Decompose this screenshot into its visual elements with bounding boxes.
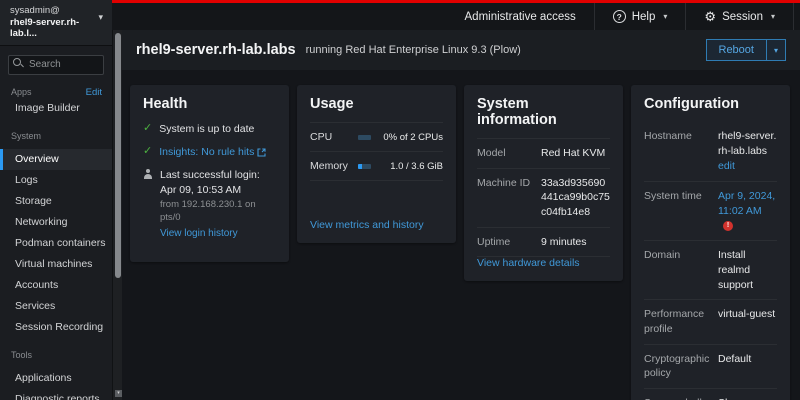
usage-card: Usage CPU 0% of 2 CPUs Memory 1.0 / 3.6 … [297, 85, 456, 243]
user-hostname: rhel9-server.rh-lab.l... [10, 17, 102, 39]
cpu-label: CPU [310, 131, 358, 143]
system-time-row: System time Apr 9, 2024, 11:02 AM ! [644, 181, 777, 240]
check-icon: ✓ [143, 145, 152, 158]
person-icon [143, 169, 153, 179]
memory-progress-bar [358, 164, 371, 169]
scrollbar-thumb[interactable] [115, 33, 121, 278]
sidebar-item-image-builder[interactable]: Image Builder [0, 98, 112, 119]
last-login-info: Last successful login: Apr 09, 10:53 AM … [143, 168, 276, 240]
sidebar-item-session-recording[interactable]: Session Recording [0, 317, 112, 338]
crypto-policy-row: Cryptographic policy Default [644, 344, 777, 388]
page-header: rhel9-server.rh-lab.labs running Red Hat… [122, 30, 800, 70]
insights-link[interactable]: Insights: No rule hits [159, 145, 266, 159]
usage-card-title: Usage [310, 96, 443, 112]
system-info-card-title: System information [477, 96, 610, 128]
scrollbar-down-button[interactable]: ▾ [115, 390, 122, 397]
sidebar-item-networking[interactable]: Networking [0, 212, 112, 233]
system-information-card: System information Model Red Hat KVM Mac… [464, 85, 623, 281]
performance-profile-link[interactable]: virtual-guest [718, 307, 775, 336]
configuration-card: Configuration Hostname rhel9-server.rh-l… [631, 85, 790, 400]
sidebar-scrollbar[interactable]: ▾ [112, 30, 122, 400]
help-label: Help [632, 11, 656, 23]
memory-label: Memory [310, 160, 358, 172]
crypto-policy-link[interactable]: Default [718, 352, 751, 381]
sidebar-item-services[interactable]: Services [0, 296, 112, 317]
cpu-usage-row: CPU 0% of 2 CPUs [310, 122, 443, 151]
configuration-card-title: Configuration [644, 96, 777, 112]
sidebar-item-logs[interactable]: Logs [0, 170, 112, 191]
uptime-value: 9 minutes [541, 235, 587, 250]
view-login-history-link[interactable]: View login history [160, 227, 276, 241]
sidebar-item-virtual-machines[interactable]: Virtual machines [0, 254, 112, 275]
system-section-header: System [0, 131, 112, 141]
hostname-value: rhel9-server.rh-lab.labs [718, 130, 776, 157]
sidebar-item-diagnostic-reports[interactable]: Diagnostic reports [0, 389, 112, 400]
sidebar-item-overview[interactable]: Overview [0, 149, 112, 170]
memory-usage-value: 1.0 / 3.6 GiB [371, 161, 443, 172]
chevron-down-icon[interactable]: ▾ [98, 12, 103, 23]
hostname-row: Hostname rhel9-server.rh-lab.labs edit [644, 122, 777, 181]
last-login-text: Last successful login: Apr 09, 10:53 AM [160, 169, 260, 195]
search-icon [13, 58, 21, 66]
reboot-button[interactable]: Reboot [706, 39, 766, 61]
updates-status: ✓ System is up to date [143, 122, 276, 136]
performance-profile-row: Performance profile virtual-guest [644, 299, 777, 343]
cpu-usage-value: 0% of 2 CPUs [371, 132, 443, 143]
administrative-access-button[interactable]: Administrative access [447, 3, 594, 30]
time-warning-icon: ! [723, 221, 733, 231]
sidebar-item-accounts[interactable]: Accounts [0, 275, 112, 296]
domain-row: Domain Install realmd support [644, 240, 777, 299]
sidebar-item-applications[interactable]: Applications [0, 368, 112, 389]
chevron-down-icon: ▾ [663, 12, 667, 21]
overview-cards: Health ✓ System is up to date ✓ Insights… [122, 70, 800, 400]
view-hardware-details-link[interactable]: View hardware details [477, 257, 610, 269]
ssh-keys-row: Secure shell keys Show fingerprints [644, 388, 777, 400]
sidebar: sysadmin@ rhel9-server.rh-lab.l... ▾ App… [0, 0, 112, 400]
masthead: Administrative access ? Help ▾ ⚙ Session… [112, 0, 800, 30]
system-section-label: System [11, 131, 41, 141]
masthead-divider [793, 3, 794, 30]
cpu-progress-bar [358, 135, 371, 140]
system-time-link[interactable]: Apr 9, 2024, 11:02 AM [718, 190, 775, 217]
model-value: Red Hat KVM [541, 146, 605, 161]
apps-section-label: Apps [11, 87, 32, 97]
tools-section-label: Tools [11, 350, 32, 360]
reboot-dropdown-toggle[interactable]: ▾ [766, 39, 786, 61]
machine-id-value: 33a3d935690441ca99b0c75c04fb14e8 [541, 176, 610, 220]
username: sysadmin@ [10, 5, 102, 16]
search-box [8, 54, 104, 75]
model-row: Model Red Hat KVM [477, 138, 610, 168]
apps-section-header: Apps Edit [0, 87, 112, 98]
hostname-edit-link[interactable]: edit [718, 159, 777, 174]
tools-section-header: Tools [0, 350, 112, 360]
health-card: Health ✓ System is up to date ✓ Insights… [130, 85, 289, 262]
last-login-source: from 192.168.230.1 on pts/0 [160, 199, 276, 225]
session-menu[interactable]: ⚙ Session ▾ [686, 3, 793, 30]
apps-edit-link[interactable]: Edit [86, 87, 102, 98]
user-menu[interactable]: sysadmin@ rhel9-server.rh-lab.l... ▾ [0, 0, 112, 46]
help-menu[interactable]: ? Help ▾ [595, 3, 686, 30]
gear-icon: ⚙ [704, 10, 716, 23]
page-title-hostname: rhel9-server.rh-lab.labs [136, 42, 296, 58]
memory-progress-fill [358, 164, 362, 169]
cockpit-overview-page: sysadmin@ rhel9-server.rh-lab.l... ▾ App… [0, 0, 800, 400]
help-icon: ? [613, 10, 626, 23]
domain-link[interactable]: Install realmd support [718, 248, 777, 292]
os-release-text: running Red Hat Enterprise Linux 9.3 (Pl… [306, 44, 521, 56]
check-icon: ✓ [143, 122, 152, 135]
memory-usage-row: Memory 1.0 / 3.6 GiB [310, 151, 443, 181]
insights-status: ✓ Insights: No rule hits [143, 145, 276, 159]
external-link-icon [257, 148, 266, 157]
reboot-split-button: Reboot ▾ [706, 39, 787, 61]
show-fingerprints-link[interactable]: Show fingerprints [718, 396, 777, 400]
uptime-row: Uptime 9 minutes [477, 227, 610, 258]
session-label: Session [722, 11, 763, 23]
machine-id-row: Machine ID 33a3d935690441ca99b0c75c04fb1… [477, 168, 610, 227]
chevron-down-icon: ▾ [771, 12, 775, 21]
health-card-title: Health [143, 96, 276, 112]
sidebar-item-storage[interactable]: Storage [0, 191, 112, 212]
view-metrics-link[interactable]: View metrics and history [310, 219, 443, 231]
sidebar-item-podman-containers[interactable]: Podman containers [0, 233, 112, 254]
